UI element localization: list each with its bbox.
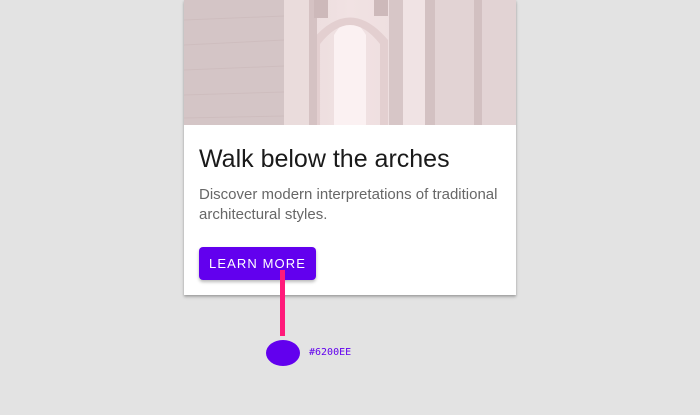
card-title: Walk below the arches [199,145,450,173]
color-swatch-label: #6200EE [309,347,352,358]
learn-more-button[interactable]: LEARN MORE [199,247,316,280]
card-description: Discover modern interpretations of tradi… [199,186,498,223]
content-card: Walk below the arches Discover modern in… [184,0,516,295]
arches-image [184,0,516,125]
annotation-pointer-line [280,270,285,336]
color-swatch [266,340,300,366]
